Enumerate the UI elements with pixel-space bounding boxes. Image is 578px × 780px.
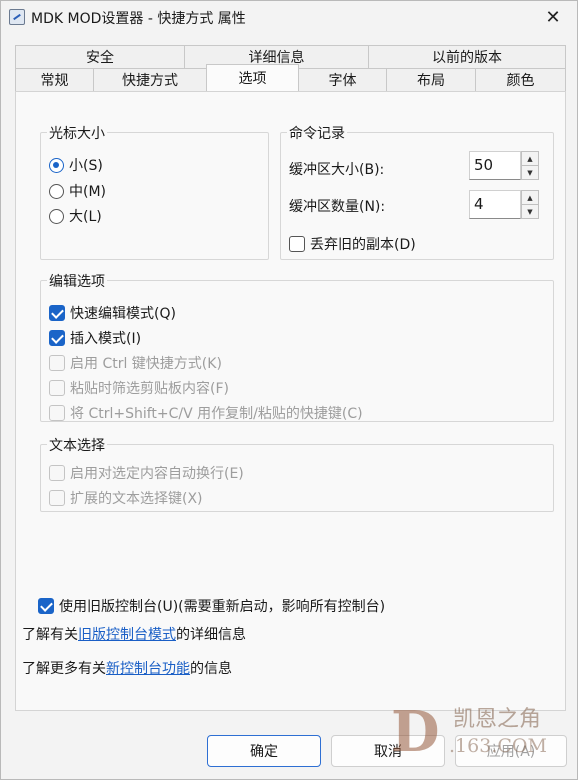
legacy-console-label: 使用旧版控制台(U)(需要重新启动，影响所有控制台) — [59, 599, 386, 615]
quick-edit-box[interactable] — [49, 305, 65, 321]
radio-large[interactable]: 大(L) — [49, 206, 102, 226]
radio-large-label: 大(L) — [69, 209, 102, 225]
radio-small-indicator[interactable] — [49, 157, 64, 173]
edit-options-label: 编辑选项 — [47, 271, 107, 291]
legacy-info-line: 了解有关旧版控制台模式的详细信息 — [22, 624, 246, 644]
edit-options-group: 编辑选项 快速编辑模式(Q) 插入模式(I) 启用 Ctrl 键快捷方式(K) … — [40, 271, 554, 423]
filter-paste-label: 粘贴时筛选剪贴板内容(F) — [70, 381, 229, 397]
new-features-suffix: 的信息 — [190, 661, 232, 677]
close-button[interactable]: ✕ — [539, 5, 567, 29]
ctrl-shortcuts-box[interactable] — [49, 355, 65, 371]
cancel-button[interactable]: 取消 — [331, 735, 445, 767]
extended-selection-keys-box[interactable] — [49, 490, 65, 506]
ctrl-shift-cv-checkbox[interactable]: 将 Ctrl+Shift+C/V 用作复制/粘贴的快捷键(C) — [49, 403, 363, 423]
apply-button[interactable]: 应用(A) — [455, 735, 567, 767]
radio-medium-indicator[interactable] — [49, 183, 64, 199]
title-bar: MDK MOD设置器 - 快捷方式 属性 ✕ — [1, 1, 577, 34]
buffer-size-input[interactable]: 50 — [469, 151, 521, 180]
legacy-console-checkbox[interactable]: 使用旧版控制台(U)(需要重新启动，影响所有控制台) — [38, 596, 385, 616]
radio-small[interactable]: 小(S) — [49, 155, 103, 175]
buffer-count-up-arrow-icon[interactable]: ▲ — [522, 191, 538, 205]
buffer-count-label: 缓冲区数量(N): — [289, 199, 386, 215]
new-features-info-line: 了解更多有关新控制台功能的信息 — [22, 658, 232, 678]
options-panel: 光标大小 小(S) 中(M) 大(L) 命令记录 缓冲区大小(B): 50 ▲ — [15, 91, 566, 711]
shortcut-icon — [9, 9, 25, 25]
new-features-prefix: 了解更多有关 — [22, 661, 106, 677]
properties-dialog: MDK MOD设置器 - 快捷方式 属性 ✕ 安全 详细信息 以前的版本 常规 … — [0, 0, 578, 780]
quick-edit-checkbox[interactable]: 快速编辑模式(Q) — [49, 303, 176, 323]
insert-mode-box[interactable] — [49, 330, 65, 346]
radio-medium[interactable]: 中(M) — [49, 181, 106, 201]
discard-old-checkbox[interactable]: 丢弃旧的副本(D) — [289, 234, 416, 254]
text-selection-label: 文本选择 — [47, 435, 107, 455]
buffer-size-up-arrow-icon[interactable]: ▲ — [522, 152, 538, 166]
legacy-console-box[interactable] — [38, 598, 54, 614]
discard-old-label: 丢弃旧的副本(D) — [310, 237, 416, 253]
buffer-count-input[interactable]: 4 — [469, 190, 521, 219]
filter-paste-box[interactable] — [49, 380, 65, 396]
insert-mode-label: 插入模式(I) — [70, 331, 142, 347]
buffer-size-label: 缓冲区大小(B): — [289, 162, 385, 178]
tab-layout[interactable]: 布局 — [386, 68, 476, 91]
buffer-size-spin-buttons: ▲ ▼ — [521, 151, 539, 180]
line-wrap-selection-box[interactable] — [49, 465, 65, 481]
window-title: MDK MOD设置器 - 快捷方式 属性 — [31, 11, 246, 27]
cursor-size-label: 光标大小 — [47, 123, 107, 143]
extended-selection-keys-checkbox[interactable]: 扩展的文本选择键(X) — [49, 488, 203, 508]
ok-button[interactable]: 确定 — [207, 735, 321, 767]
new-features-link[interactable]: 新控制台功能 — [106, 661, 190, 677]
filter-paste-checkbox[interactable]: 粘贴时筛选剪贴板内容(F) — [49, 378, 229, 398]
legacy-mode-link[interactable]: 旧版控制台模式 — [78, 627, 176, 643]
tab-general[interactable]: 常规 — [15, 68, 94, 91]
buffer-count-down-arrow-icon[interactable]: ▼ — [522, 205, 538, 218]
tab-options[interactable]: 选项 — [206, 64, 299, 91]
legacy-info-suffix: 的详细信息 — [176, 627, 246, 643]
discard-old-box[interactable] — [289, 236, 305, 252]
text-selection-group: 文本选择 启用对选定内容自动换行(E) 扩展的文本选择键(X) — [40, 435, 554, 512]
line-wrap-selection-label: 启用对选定内容自动换行(E) — [70, 466, 244, 482]
tab-shortcut[interactable]: 快捷方式 — [93, 68, 207, 91]
tab-previous-versions[interactable]: 以前的版本 — [368, 45, 566, 68]
legacy-info-prefix: 了解有关 — [22, 627, 78, 643]
radio-large-indicator[interactable] — [49, 208, 64, 224]
tab-font[interactable]: 字体 — [298, 68, 387, 91]
buffer-count-spin-buttons: ▲ ▼ — [521, 190, 539, 219]
line-wrap-selection-checkbox[interactable]: 启用对选定内容自动换行(E) — [49, 463, 244, 483]
ctrl-shift-cv-box[interactable] — [49, 405, 65, 421]
ctrl-shortcuts-label: 启用 Ctrl 键快捷方式(K) — [70, 356, 222, 372]
tab-security[interactable]: 安全 — [15, 45, 185, 68]
tab-row-lower: 常规 快捷方式 选项 字体 布局 颜色 — [15, 64, 566, 91]
extended-selection-keys-label: 扩展的文本选择键(X) — [70, 491, 203, 507]
radio-medium-label: 中(M) — [69, 184, 107, 200]
buffer-size-stepper[interactable]: 50 ▲ ▼ — [469, 151, 539, 180]
cursor-size-group: 光标大小 小(S) 中(M) 大(L) — [40, 123, 269, 260]
command-history-group: 命令记录 缓冲区大小(B): 50 ▲ ▼ 缓冲区数量(N): 4 ▲ ▼ 丢弃… — [280, 123, 554, 260]
ctrl-shift-cv-label: 将 Ctrl+Shift+C/V 用作复制/粘贴的快捷键(C) — [70, 406, 363, 422]
buffer-count-stepper[interactable]: 4 ▲ ▼ — [469, 190, 539, 219]
command-history-label: 命令记录 — [287, 123, 347, 143]
insert-mode-checkbox[interactable]: 插入模式(I) — [49, 328, 141, 348]
buffer-size-down-arrow-icon[interactable]: ▼ — [522, 166, 538, 179]
radio-small-label: 小(S) — [69, 158, 103, 174]
quick-edit-label: 快速编辑模式(Q) — [70, 306, 176, 322]
tab-colors[interactable]: 颜色 — [475, 68, 566, 91]
ctrl-shortcuts-checkbox[interactable]: 启用 Ctrl 键快捷方式(K) — [49, 353, 222, 373]
